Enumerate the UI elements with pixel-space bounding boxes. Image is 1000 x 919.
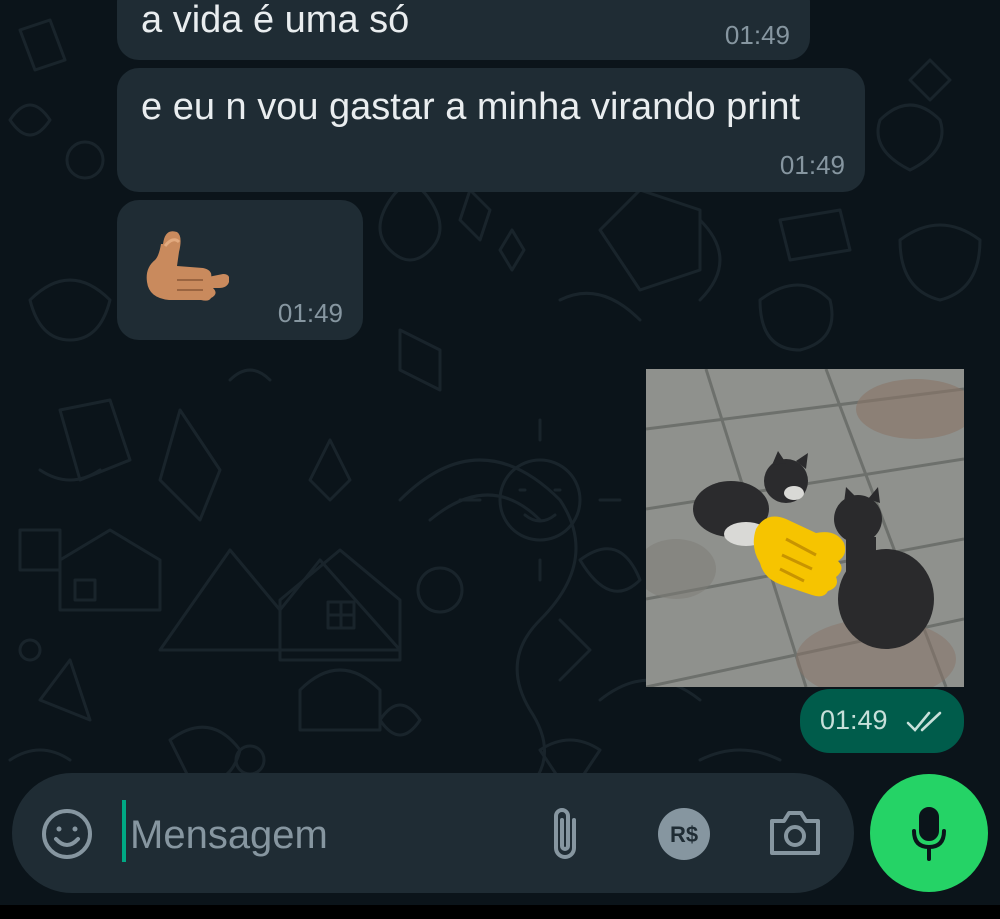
incoming-message[interactable]: e eu n vou gastar a minha virando print …	[117, 68, 865, 192]
attach-icon[interactable]	[546, 806, 584, 867]
text-cursor	[122, 800, 126, 862]
incoming-message[interactable]: a vida é uma só 01:49	[117, 0, 810, 60]
payment-icon[interactable]: R$	[656, 806, 712, 867]
chat-area[interactable]: a vida é uma só 01:49 e eu n vou gastar …	[0, 0, 1000, 905]
mic-icon	[911, 807, 947, 866]
incoming-message[interactable]: 01:49	[117, 200, 363, 340]
message-time: 01:49	[277, 298, 343, 328]
camera-icon[interactable]	[768, 809, 822, 862]
payment-label: R$	[670, 822, 698, 847]
call-me-hand-emoji-icon	[137, 226, 230, 311]
message-time: 01:49	[820, 705, 888, 735]
double-check-icon	[906, 711, 948, 738]
message-time: 01:49	[724, 20, 790, 50]
emoji-icon[interactable]	[40, 807, 94, 866]
system-nav-bar	[0, 905, 1000, 919]
message-text: e eu n vou gastar a minha virando print	[141, 86, 801, 128]
message-time: 01:49	[779, 150, 845, 180]
sent-image[interactable]	[646, 369, 964, 687]
outgoing-message-status[interactable]: 01:49	[800, 689, 964, 753]
message-text: a vida é uma só	[141, 0, 410, 41]
message-input[interactable]	[128, 806, 532, 864]
voice-record-button[interactable]	[870, 774, 988, 892]
